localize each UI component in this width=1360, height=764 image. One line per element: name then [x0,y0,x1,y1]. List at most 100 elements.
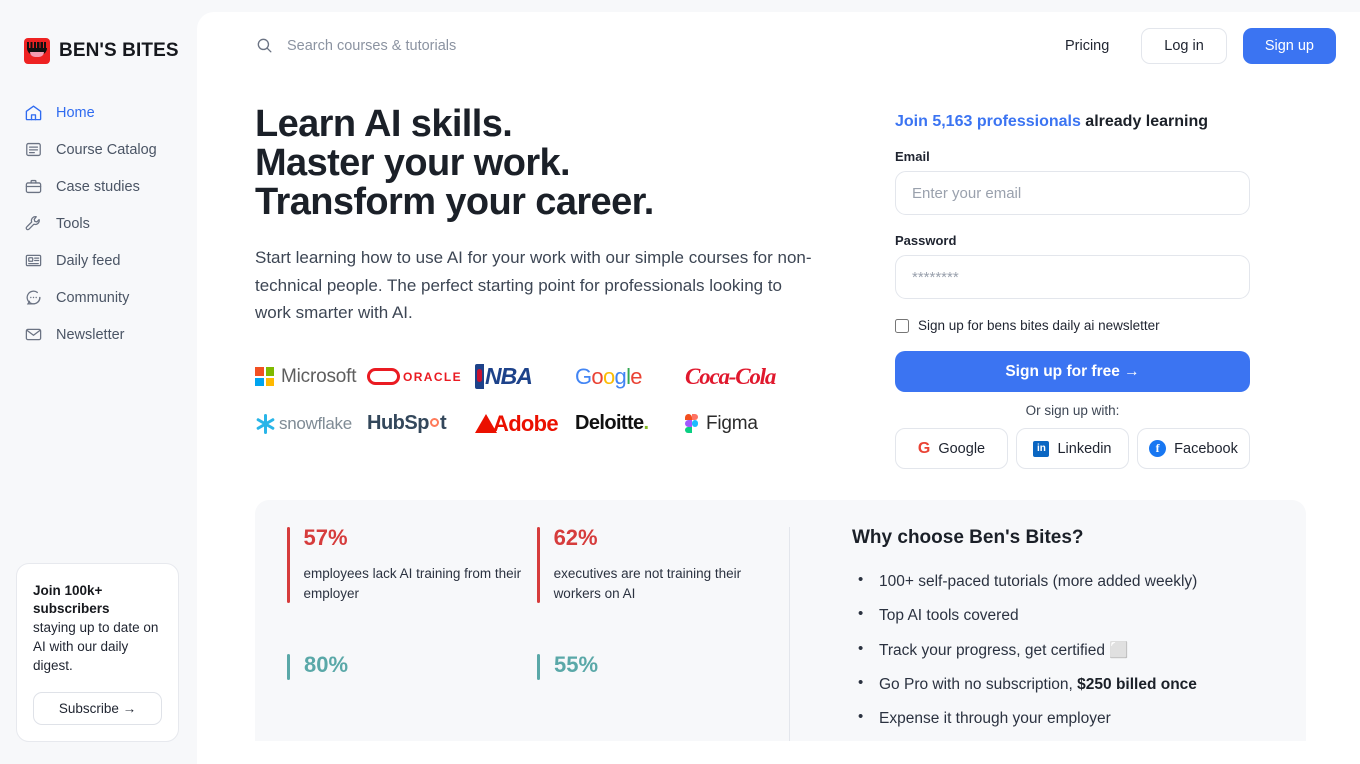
page-title: Learn AI skills. Master your work. Trans… [255,104,855,224]
logo-figma: Figma [685,413,758,435]
sidebar-item-daily-feed[interactable]: Daily feed [0,242,197,279]
headline-line-2: Master your work. [255,142,571,185]
hero-section: Learn AI skills. Master your work. Trans… [197,79,1360,469]
main-panel: Pricing Log in Sign up Learn AI skills. … [197,12,1360,764]
signup-free-button[interactable]: Sign up for free → [895,351,1250,392]
logo-hubspot: HubSp t [367,412,475,435]
list-item: Expense it through your employer [852,706,1306,730]
join-count-link[interactable]: Join 5,163 professionals [895,113,1081,130]
stat-value: 55% [554,652,599,678]
signup-button[interactable]: Sign up [1242,27,1336,64]
social-label: Google [938,440,986,457]
logo-label: Microsoft [281,365,357,387]
why-choose-title: Why choose Ben's Bites? [852,527,1084,548]
stat-accent-bar [537,527,540,603]
brand-logo[interactable]: BEN'S BITES [0,0,197,64]
logo-snowflake: snowflake [255,413,367,434]
brand-name: BEN'S BITES [59,40,179,61]
sidebar: BEN'S BITES Home Course Catalog Case stu… [0,0,197,764]
brand-logo-row-2: snowflake HubSp t Adobe Deloitte. Figma [255,407,855,441]
stat-text: executives are not training their worker… [553,566,742,602]
sidebar-item-label: Home [56,104,95,121]
or-divider-text: Or sign up with: [1025,403,1120,418]
brand-logo-wall: Microsoft ORACLE NBA Google Coca-Cola sn… [255,360,855,441]
pricing-link[interactable]: Pricing [1065,38,1109,54]
sidebar-item-label: Case studies [56,178,140,195]
logo-deloitte: Deloitte. [575,412,685,435]
why-choose-section: Why choose Ben's Bites? 100+ self-paced … [790,500,1306,741]
sidebar-item-course-catalog[interactable]: Course Catalog [0,131,197,168]
google-icon: G [917,439,931,457]
social-login-row: G Google in Linkedin f Facebook [895,428,1250,469]
linkedin-login-button[interactable]: in Linkedin [1016,428,1129,469]
logo-nba: NBA [475,363,575,390]
hubspot-sprocket-icon [429,418,439,428]
search-icon [255,36,274,55]
briefcase-icon [24,177,43,196]
social-label: Linkedin [1057,440,1112,457]
logo-google: Google [575,363,642,389]
newsletter-checkbox[interactable] [895,318,909,333]
oracle-ring-icon [367,368,400,386]
stat-value: 62% [553,525,598,550]
newspaper-icon [24,251,43,270]
hero-left: Learn AI skills. Master your work. Trans… [255,104,855,469]
sidebar-item-label: Tools [56,215,90,232]
list-item: Go Pro with no subscription, $250 billed… [852,672,1306,696]
topbar-actions: Pricing Log in Sign up [1065,27,1336,64]
password-label: Password [895,233,957,248]
stats-section: 57% employees lack AI training from thei… [255,500,1306,742]
newsletter-checkbox-row[interactable]: Sign up for bens bites daily ai newslett… [895,318,1250,333]
nba-silhouette-icon [475,364,484,390]
subscribe-card: Join 100k+ subscribers staying up to dat… [16,562,179,742]
stat-accent-bar [537,654,540,681]
sidebar-item-label: Newsletter [56,326,125,343]
email-field-group: Email [895,149,1250,215]
sidebar-item-label: Community [56,289,130,306]
stat-item: 80% [287,654,537,711]
home-icon [24,103,43,122]
sidebar-item-tools[interactable]: Tools [0,205,197,242]
app-root: BEN'S BITES Home Course Catalog Case stu… [0,0,1360,764]
search-input[interactable] [287,37,627,54]
login-button[interactable]: Log in [1141,27,1227,64]
logo-label: Adobe [493,410,559,436]
list-item: Track your progress, get certified ⬜ [852,637,1306,662]
email-field[interactable] [895,171,1250,215]
snowflake-icon [255,413,275,434]
why-choose-list: 100+ self-paced tutorials (more added we… [852,569,1306,730]
logo-label: HubSp t [367,412,447,435]
facebook-icon: f [1149,440,1167,457]
stat-item: 57% employees lack AI training from thei… [287,527,537,624]
logo-label: NBA [485,363,533,390]
stat-accent-bar [287,654,290,681]
list-item: Top AI tools covered [852,603,1306,627]
logo-oracle: ORACLE [367,368,475,386]
facebook-login-button[interactable]: f Facebook [1137,428,1250,469]
sidebar-item-newsletter[interactable]: Newsletter [0,316,197,353]
topbar: Pricing Log in Sign up [197,12,1360,79]
subscribe-card-desc: staying up to date on AI with our daily … [33,620,159,674]
sidebar-nav: Home Course Catalog Case studies Tools D… [0,94,197,353]
social-proof-line: Join 5,163 professionals already learnin… [895,113,1250,131]
google-login-button[interactable]: G Google [895,428,1008,469]
headline-line-3: Transform your career. [255,181,654,224]
sidebar-item-community[interactable]: Community [0,279,197,316]
subscribe-button[interactable]: Subscribe → [33,692,162,725]
join-rest: already learning [1080,113,1209,130]
social-label: Facebook [1174,440,1238,457]
password-field-group: Password [895,233,1250,299]
stat-accent-bar [287,527,290,603]
stat-value: 57% [303,525,348,550]
search-bar[interactable] [255,36,1065,55]
chat-bubble-icon [24,288,43,307]
password-field[interactable] [895,255,1250,299]
list-item: 100+ self-paced tutorials (more added we… [852,569,1306,593]
stat-text: employees lack AI training from their em… [303,566,522,602]
sidebar-item-case-studies[interactable]: Case studies [0,168,197,205]
sidebar-item-home[interactable]: Home [0,94,197,131]
logo-microsoft: Microsoft [255,366,367,388]
stat-item: 62% executives are not training their wo… [537,527,787,624]
newsletter-checkbox-label[interactable]: Sign up for bens bites daily ai newslett… [918,318,1160,333]
microsoft-squares-icon [255,367,274,387]
